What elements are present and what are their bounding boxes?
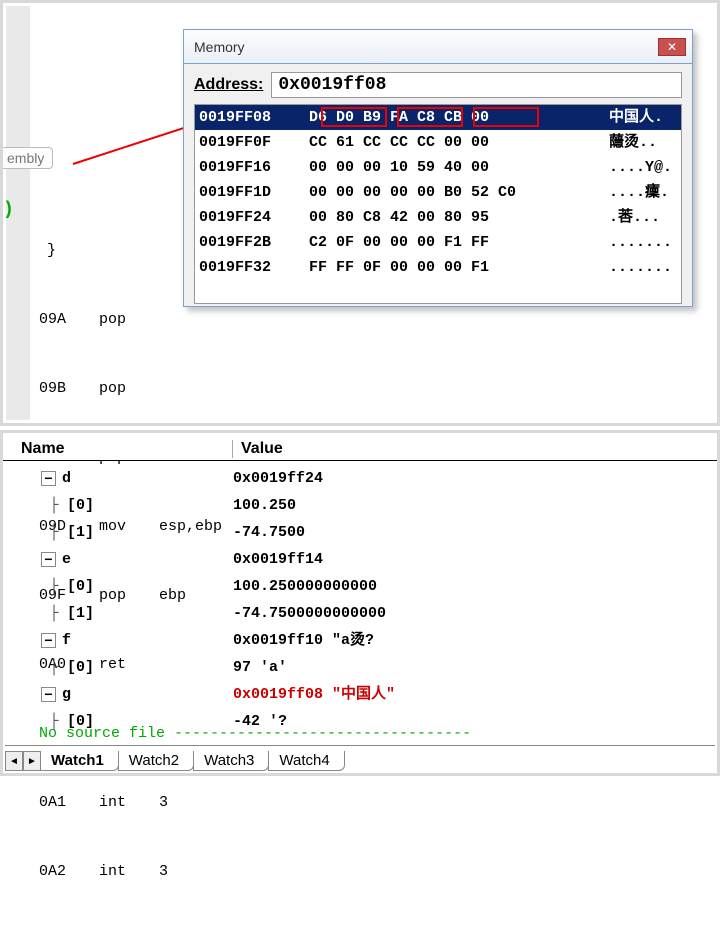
- memory-row: 0019FF32FF FF 0F 00 00 00 F1.......: [195, 255, 681, 280]
- watch-panel: Name Value −d0x0019ff24├[0]100.250├[1]-7…: [0, 430, 720, 776]
- watch-name: [0]: [67, 573, 94, 600]
- collapse-icon[interactable]: −: [41, 687, 56, 702]
- memory-title-text: Memory: [194, 39, 245, 55]
- watch-name: [1]: [67, 600, 94, 627]
- watch-rows[interactable]: −d0x0019ff24├[0]100.250├[1]-74.7500−e0x0…: [15, 465, 713, 743]
- watch-header: Name Value: [3, 433, 717, 461]
- memory-row: 0019FF1600 00 00 10 59 40 00....Y@.: [195, 155, 681, 180]
- watch-value: 0x0019ff10 "a烫?: [233, 627, 713, 654]
- memory-dialog: Memory ✕ Address: 0019FF08D6 D0 B9 FA C8…: [183, 29, 693, 307]
- watch-value: 0x0019ff08 "中国人": [233, 681, 713, 708]
- memory-row: 0019FF2400 80 C8 42 00 80 95.莕...: [195, 205, 681, 230]
- tab-scroll-right[interactable]: ►: [23, 751, 41, 771]
- memory-hex-view[interactable]: 0019FF08D6 D0 B9 FA C8 CB 00中国人. 0019FF0…: [194, 104, 682, 304]
- column-value[interactable]: Value: [233, 440, 283, 458]
- watch-value: 100.250: [233, 492, 713, 519]
- watch-row[interactable]: −g 0x0019ff08 "中国人": [15, 681, 713, 708]
- watch-name: g: [62, 681, 71, 708]
- watch-row[interactable]: −e 0x0019ff14: [15, 546, 713, 573]
- watch-row[interactable]: ├[0]97 'a': [15, 654, 713, 681]
- disassembly-tab[interactable]: embly: [3, 147, 53, 169]
- watch-row[interactable]: ├[0]-42 '?: [15, 708, 713, 735]
- close-button[interactable]: ✕: [658, 38, 686, 56]
- close-icon: ✕: [667, 40, 677, 54]
- watch-row[interactable]: −d 0x0019ff24: [15, 465, 713, 492]
- watch-name: [0]: [67, 654, 94, 681]
- address-label: Address:: [194, 76, 263, 94]
- watch-value: 97 'a': [233, 654, 713, 681]
- watch-name: [1]: [67, 519, 94, 546]
- tab-scroll-left[interactable]: ◄: [5, 751, 23, 771]
- watch-row[interactable]: ├[1]-74.7500: [15, 519, 713, 546]
- watch-name: [0]: [67, 492, 94, 519]
- tab-watch1[interactable]: Watch1: [40, 751, 119, 771]
- watch-name: e: [62, 546, 71, 573]
- watch-row[interactable]: ├[1]-74.7500000000000: [15, 600, 713, 627]
- watch-name: [0]: [67, 708, 94, 735]
- disassembly-panel: embly ) } 09Apop 09Bpop 09Cpop 09Dmovesp…: [0, 0, 720, 426]
- address-input[interactable]: [271, 72, 682, 98]
- watch-value: -74.7500: [233, 519, 713, 546]
- watch-row[interactable]: ├[0]100.250: [15, 492, 713, 519]
- collapse-icon[interactable]: −: [41, 471, 56, 486]
- memory-row: 0019FF1D00 00 00 00 00 B0 52 C0....癛.: [195, 180, 681, 205]
- watch-name: d: [62, 465, 71, 492]
- memory-row: 0019FF2BC2 0F 00 00 00 F1 FF.......: [195, 230, 681, 255]
- watch-value: -74.7500000000000: [233, 600, 713, 627]
- memory-row: 0019FF0FCC 61 CC CC CC 00 00蘟烫..: [195, 130, 681, 155]
- column-name[interactable]: Name: [3, 440, 233, 458]
- watch-value: 0x0019ff24: [233, 465, 713, 492]
- tab-watch3[interactable]: Watch3: [193, 751, 269, 771]
- current-line-marker: ): [3, 200, 14, 220]
- watch-value: -42 '?: [233, 708, 713, 735]
- watch-value: 100.250000000000: [233, 573, 713, 600]
- watch-row[interactable]: ├[0]100.250000000000: [15, 573, 713, 600]
- watch-tabs: ◄ ► Watch1 Watch2 Watch3 Watch4: [5, 745, 715, 771]
- tab-watch4[interactable]: Watch4: [268, 751, 344, 771]
- watch-row[interactable]: −f 0x0019ff10 "a烫?: [15, 627, 713, 654]
- memory-row: 0019FF08D6 D0 B9 FA C8 CB 00中国人.: [195, 105, 681, 130]
- watch-value: 0x0019ff14: [233, 546, 713, 573]
- collapse-icon[interactable]: −: [41, 633, 56, 648]
- tab-watch2[interactable]: Watch2: [118, 751, 194, 771]
- memory-titlebar[interactable]: Memory ✕: [184, 30, 692, 64]
- collapse-icon[interactable]: −: [41, 552, 56, 567]
- watch-name: f: [62, 627, 71, 654]
